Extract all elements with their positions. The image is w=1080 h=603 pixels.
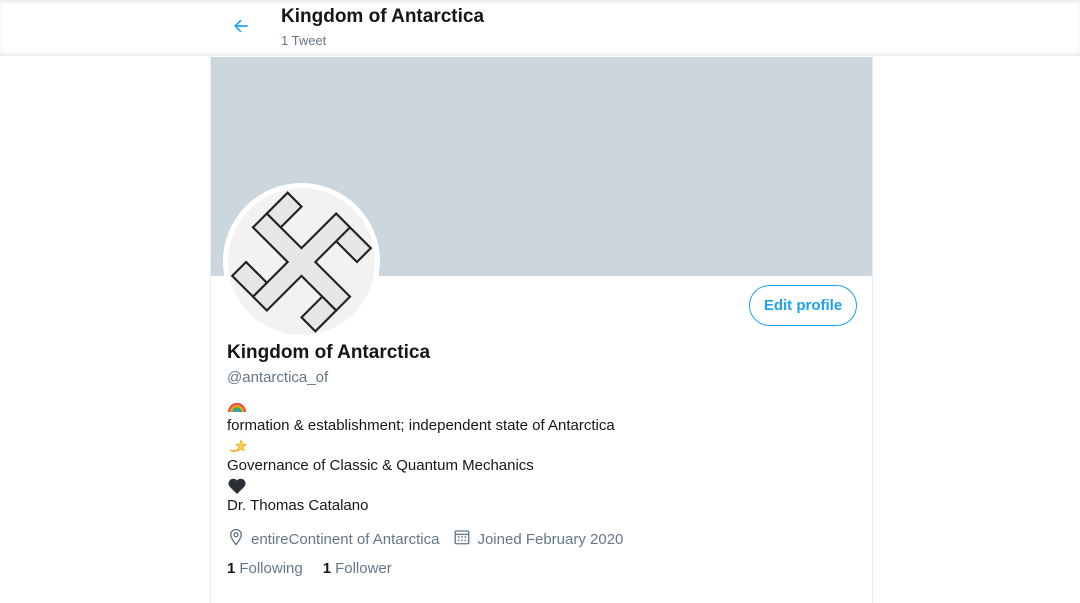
dizzy-emoji-icon [227, 436, 249, 456]
location-item: entireContinent of Antarctica [227, 528, 439, 550]
location-pin-icon [227, 528, 251, 550]
bio-line-1: formation & establishment; independent s… [227, 417, 615, 434]
profile-meta: entireContinent of Antarctica Joined Feb… [227, 528, 637, 550]
header-shadow [0, 0, 1080, 4]
profile-bio: formation & establishment; independent s… [227, 396, 847, 516]
following-link[interactable]: 1 Following [227, 560, 303, 577]
avatar[interactable] [223, 183, 380, 340]
followers-link[interactable]: 1 Follower [323, 560, 392, 577]
profile-handle: @antarctica_of [227, 369, 329, 386]
arrow-left-icon [231, 16, 251, 41]
followers-label: Follower [335, 560, 392, 577]
following-label: Following [239, 560, 303, 577]
joined-item: Joined February 2020 [453, 528, 623, 550]
header-title: Kingdom of Antarctica [281, 6, 485, 27]
emblem-icon [228, 188, 375, 335]
bio-line-2: Governance of Classic & Quantum Mechanic… [227, 457, 534, 474]
calendar-icon [453, 528, 477, 550]
following-count: 1 [227, 560, 236, 577]
header-tweet-count: 1 Tweet [281, 33, 327, 48]
location-text: entireContinent of Antarctica [251, 530, 440, 548]
joined-text: Joined February 2020 [477, 530, 624, 548]
profile-name: Kingdom of Antarctica [227, 342, 431, 363]
top-header-bar: Kingdom of Antarctica 1 Tweet [0, 0, 1080, 56]
follow-stats: 1 Following 1 Follower [227, 560, 412, 577]
rainbow-emoji-icon [227, 396, 249, 416]
edit-profile-button[interactable]: Edit profile [749, 285, 857, 326]
followers-count: 1 [322, 560, 332, 577]
black-heart-emoji-icon [227, 476, 249, 496]
bio-line-3: Dr. Thomas Catalano [227, 497, 369, 514]
back-button[interactable] [226, 13, 256, 43]
profile-column: Edit profile Kingdom of Antarctica @anta… [210, 56, 873, 603]
